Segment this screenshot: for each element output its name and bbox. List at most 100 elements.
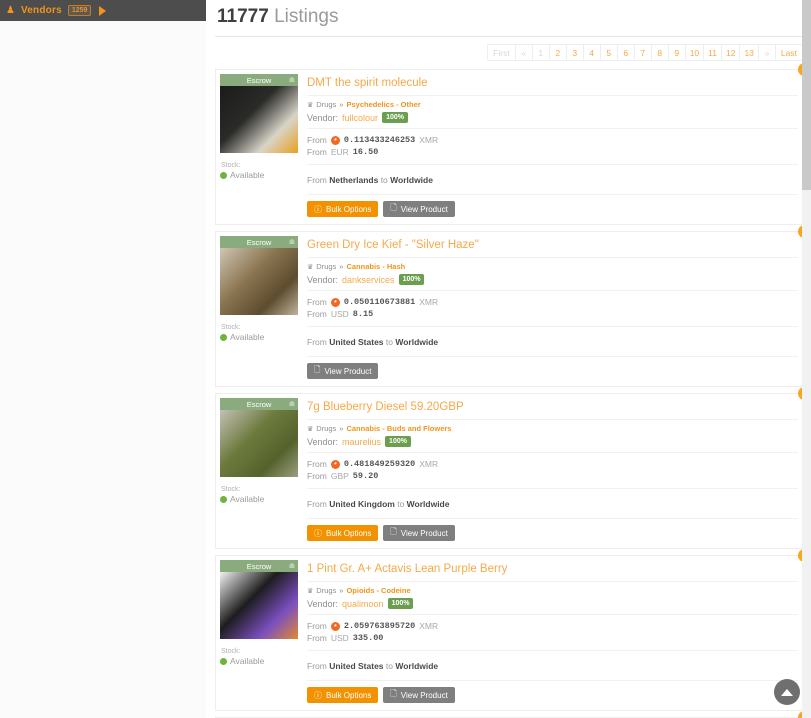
view-product-label: View Product [400, 528, 448, 538]
listing-thumb-column: Escrow ☗ Stock: Available [220, 398, 298, 544]
listing-thumbnail[interactable] [220, 572, 298, 639]
listing-thumb-column: Escrow ☗ Stock: Available [220, 74, 298, 220]
bulk-options-button[interactable]: ⓘ Bulk Options [307, 201, 379, 217]
price-fiat-currency: GBP [330, 471, 349, 481]
listing-thumbnail[interactable] [220, 410, 298, 477]
category-icon: ♛ [307, 101, 314, 109]
category-line: ♛ Drugs» Cannabis - Buds and Flowers [307, 424, 798, 433]
category-separator: » [339, 586, 344, 595]
pagination-prev[interactable]: « [514, 44, 532, 61]
scrollbar-thumb[interactable] [802, 0, 811, 190]
escrow-label: Escrow [246, 561, 272, 571]
vendor-name[interactable]: fullcolour [342, 113, 378, 123]
page-scrollbar[interactable] [802, 0, 811, 718]
pagination-next[interactable]: » [757, 44, 775, 61]
stock-value: Available [220, 169, 298, 180]
listing-info-column: 7g Blueberry Diesel 59.20GBP ♛ Drugs» Canna… [298, 398, 800, 544]
pagination-page-13[interactable]: 13 [739, 44, 758, 61]
category-root: Drugs [316, 586, 337, 595]
vendor-name[interactable]: dankservices [342, 275, 395, 285]
listing-title[interactable]: Green Dry Ice Kief - "Silver Haze" [307, 236, 798, 258]
play-arrow-icon[interactable] [99, 5, 107, 16]
price-xmr-currency: XMR [419, 621, 439, 631]
category-sub[interactable]: Psychedelics - Other [346, 100, 420, 109]
escrow-label: Escrow [246, 237, 272, 247]
pagination-page-10[interactable]: 10 [684, 44, 704, 61]
info-icon: ⓘ [314, 690, 322, 700]
listing-thumbnail[interactable] [220, 86, 298, 153]
pagination-last[interactable]: Last [774, 44, 803, 61]
listings-count: 11777 [217, 6, 269, 27]
view-product-label: View Product [400, 690, 448, 700]
pagination-page-1[interactable]: 1 [531, 44, 549, 61]
sidebar: ♟ Vendors 1259 [0, 0, 206, 718]
pagination-page-5[interactable]: 5 [599, 44, 617, 61]
bulk-options-button[interactable]: ⓘ Bulk Options [307, 525, 379, 541]
listing-meta: ♛ Drugs» Cannabis - Hash Vendor: dankservice… [307, 258, 798, 291]
vendor-line: Vendor: dankservices 100% [307, 271, 798, 285]
listing-info-column: Green Dry Ice Kief - "Silver Haze" ♛ Drugs… [298, 236, 800, 382]
monero-icon: ◕ [330, 621, 340, 631]
listing-card[interactable]: 3Escrow☗Stock:Available7g Blueberry Dies… [215, 387, 811, 549]
pagination-page-8[interactable]: 8 [650, 44, 668, 61]
stock-dot-icon [220, 333, 227, 341]
listing-thumbnail[interactable] [220, 248, 298, 315]
listing-title[interactable]: 7g Blueberry Diesel 59.20GBP [307, 398, 798, 420]
lock-icon: ☗ [288, 239, 295, 246]
listing-info-column: DMT the spirit molecule ♛ Drugs» Psychedeli… [298, 74, 800, 220]
price-fiat-amount: 16.50 [352, 147, 379, 157]
price-fiat-from-label: From [307, 147, 327, 157]
stock-label: Stock: [221, 648, 241, 655]
category-sub[interactable]: Opioids - Codeine [346, 586, 410, 595]
listing-title[interactable]: 1 Pint Gr. A+ Actavis Lean Purple Berry [307, 560, 798, 582]
stock-label: Stock: [221, 162, 241, 169]
price-xmr-amount: 0.050110673881 [343, 297, 416, 307]
listing-info-column: 1 Pint Gr. A+ Actavis Lean Purple Berry ♛… [298, 560, 800, 706]
pagination-page-6[interactable]: 6 [616, 44, 634, 61]
price-xmr-row: From ◕ 2.059763895720 XMR [307, 620, 798, 632]
pagination-page-4[interactable]: 4 [582, 44, 600, 61]
pagination-page-3[interactable]: 3 [565, 44, 583, 61]
pagination-page-12[interactable]: 12 [720, 44, 740, 61]
ship-to: Worldwide [395, 337, 439, 347]
pagination-page-9[interactable]: 9 [667, 44, 685, 61]
view-product-button[interactable]: 🗋 View Product [383, 201, 455, 217]
listing-card[interactable]: 2Escrow☗Stock:AvailableGreen Dry Ice Kie… [215, 225, 811, 387]
vendor-name[interactable]: qualimoon [342, 599, 384, 609]
category-sub[interactable]: Cannabis - Buds and Flowers [346, 424, 451, 433]
listings-word: Listings [274, 6, 339, 27]
pagination-page-7[interactable]: 7 [633, 44, 651, 61]
shipping-line: From United Kingdom to Worldwide [307, 489, 798, 519]
category-icon: ♛ [307, 425, 314, 433]
category-sub[interactable]: Cannabis - Hash [346, 262, 405, 271]
stock-value-text: Available [230, 332, 265, 342]
vendor-name[interactable]: maurelius [342, 437, 381, 447]
pagination-first[interactable]: First [487, 44, 515, 61]
stock-value-text: Available [230, 656, 265, 666]
pagination: First «1 2 3 4 5 6 7 8 9 10 11 12 13» Last [215, 37, 805, 69]
escrow-label: Escrow [246, 399, 272, 409]
listing-card[interactable]: 1Escrow☗Stock:AvailableDMT the spirit mo… [215, 63, 811, 225]
category-icon: ♛ [307, 587, 314, 595]
document-icon: 🗋 [390, 527, 397, 536]
bulk-options-button[interactable]: ⓘ Bulk Options [307, 687, 379, 703]
ship-to: Worldwide [406, 499, 450, 509]
price-xmr-currency: XMR [419, 297, 439, 307]
view-product-button[interactable]: 🗋 View Product [383, 687, 455, 703]
price-from-label: From [307, 459, 327, 469]
category-line: ♛ Drugs» Opioids - Codeine [307, 586, 798, 595]
price-xmr-row: From ◕ 0.113433246253 XMR [307, 134, 798, 146]
view-product-button[interactable]: 🗋 View Product [307, 363, 379, 379]
vendor-prefix: Vendor: [307, 598, 339, 609]
sidebar-vendors-nav[interactable]: ♟ Vendors 1259 [0, 0, 206, 21]
stock-value-text: Available [230, 170, 265, 180]
view-product-button[interactable]: 🗋 View Product [383, 525, 455, 541]
price-fiat-currency: EUR [330, 147, 349, 157]
listing-card[interactable]: 4Escrow☗Stock:Available1 Pint Gr. A+ Act… [215, 549, 811, 711]
document-icon: 🗋 [390, 203, 397, 212]
pagination-page-11[interactable]: 11 [703, 44, 721, 61]
scroll-to-top-button[interactable] [774, 679, 800, 705]
pagination-page-2[interactable]: 2 [548, 44, 566, 61]
listing-title[interactable]: DMT the spirit molecule [307, 74, 798, 96]
price-from-label: From [307, 297, 327, 307]
